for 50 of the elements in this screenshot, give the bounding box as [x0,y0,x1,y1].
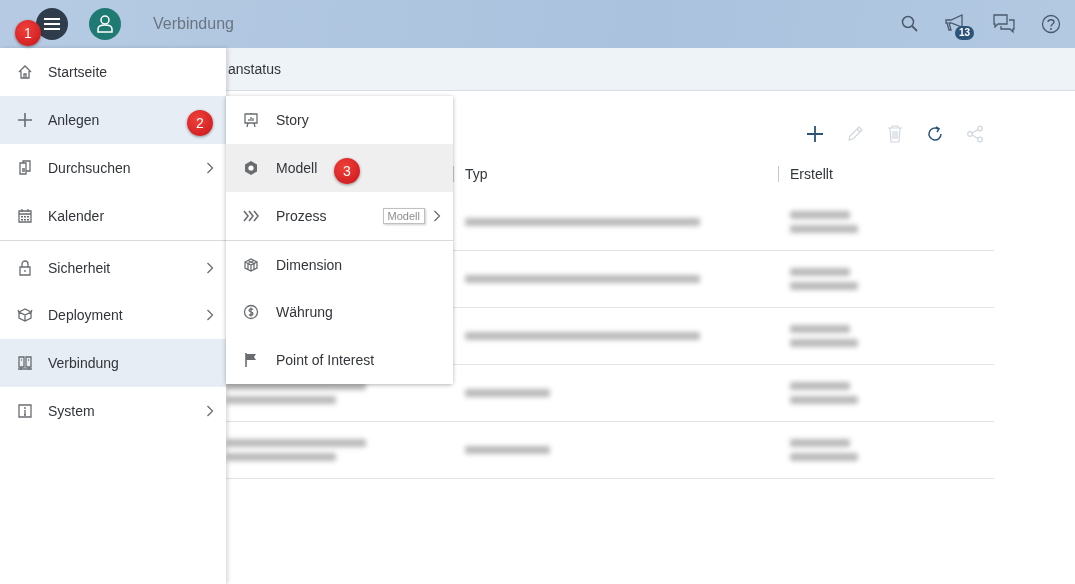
menu-icon [44,17,60,31]
menu-button[interactable] [36,8,68,40]
blurred-text [790,439,858,461]
submenu-item[interactable]: Dimension [226,240,453,288]
home-icon [17,64,33,80]
menu-item[interactable]: Deployment [0,291,226,339]
calendar-icon [17,208,33,224]
blurred-text [790,268,858,290]
blurred-text [790,382,858,404]
blurred-text [790,211,858,233]
info-icon [17,403,33,419]
notifications-button[interactable]: 13 [945,11,979,45]
menu-item[interactable]: System [0,387,226,435]
chat-button[interactable] [992,12,1016,36]
plus-icon [17,112,33,128]
columns-icon [17,355,33,371]
tab-label[interactable]: anstatus [228,61,281,77]
user-icon [97,15,113,33]
cube-icon [243,256,259,273]
menu-item[interactable]: Startseite [0,48,226,96]
document-icon [17,160,33,176]
notification-count-badge: 13 [955,26,975,40]
add-button[interactable] [806,125,824,143]
submenu-item[interactable]: Währung [226,288,453,336]
help-button[interactable] [1039,12,1063,36]
chevron-right-icon [433,210,441,222]
dollar-icon [243,304,259,320]
menu-item[interactable]: Verbindung [0,339,226,387]
tooltip: Modell [382,208,425,224]
hexagon-icon [243,160,259,176]
submenu-item[interactable]: Story [226,96,453,144]
submenu-item[interactable]: Point of Interest [226,336,453,384]
column-header[interactable]: Erstellt [778,166,994,182]
chevron-right-icon [206,261,214,274]
menu-item[interactable]: Durchsuchen [0,144,226,192]
chevrons-icon [243,208,259,224]
user-avatar-button[interactable] [89,8,121,40]
page-title: Verbindung [153,15,235,33]
chevron-right-icon [206,405,214,417]
blurred-text [790,325,858,347]
easel-icon [243,112,259,128]
refresh-button[interactable] [926,125,944,143]
chevron-right-icon [206,309,214,321]
submenu-item[interactable]: Prozess Modell [226,192,453,240]
chevron-right-icon [206,162,214,174]
menu-item[interactable]: Kalender [0,192,226,240]
flag-icon [243,352,259,368]
box-icon [17,307,33,323]
lock-icon [17,259,33,276]
menu-item[interactable]: Sicherheit [0,240,226,291]
